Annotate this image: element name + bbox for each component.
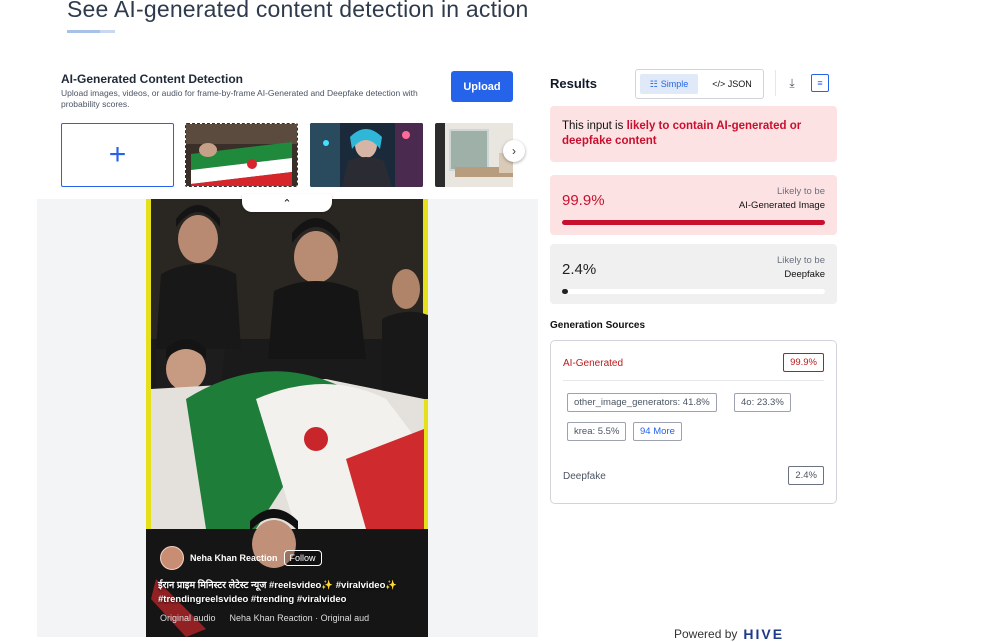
detector-title: AI-Generated Content Detection — [61, 72, 244, 86]
channel-name[interactable]: Neha Khan Reaction — [190, 553, 278, 563]
ai-score-bar-fill — [562, 220, 825, 225]
toolbar-divider — [775, 70, 776, 96]
upload-button[interactable]: Upload — [451, 71, 513, 102]
thumbnail-neon-character[interactable] — [310, 123, 423, 187]
sample-thumbnails: + — [61, 123, 513, 187]
ai-score-bar — [562, 220, 825, 225]
generation-sources-box: AI-Generated 99.9% other_image_generator… — [550, 340, 837, 504]
detector-description: Upload images, videos, or audio for fram… — [61, 88, 418, 109]
deepfake-score-label: Likely to be Deepfake — [777, 254, 825, 282]
ai-score-label: Likely to be AI-Generated Image — [739, 185, 825, 213]
hive-logo[interactable]: HIVE — [743, 626, 784, 642]
verdict-text: This input is likely to contain AI-gener… — [562, 119, 822, 149]
list-icon: ☷ — [649, 78, 658, 89]
sources-ai-pct: 99.9% — [783, 353, 824, 372]
chevron-up-icon: ⌃ — [282, 197, 292, 210]
deepfake-score-bar-fill — [562, 289, 569, 294]
audio-right[interactable]: Neha Khan Reaction · Original aud — [230, 613, 370, 623]
sources-deepfake-pct: 2.4% — [788, 466, 824, 485]
source-chip: other_image_generators: 41.8% — [567, 393, 717, 412]
ai-label-top: Likely to be — [776, 186, 825, 197]
sources-deepfake-label: Deepfake — [563, 471, 606, 482]
verdict-banner: This input is likely to contain AI-gener… — [550, 106, 837, 162]
avatar[interactable] — [160, 546, 184, 570]
audio-left[interactable]: Original audio — [160, 613, 216, 623]
title-underline — [67, 30, 115, 33]
follow-button[interactable]: Follow — [283, 550, 322, 566]
media-preview: Neha Khan Reaction Follow ईरान प्राइम मि… — [146, 199, 428, 637]
deepfake-score-pct: 2.4% — [562, 261, 597, 278]
view-simple-label: Simple — [660, 79, 689, 89]
results-title: Results — [550, 76, 597, 91]
powered-by: Powered by HIVE — [674, 626, 784, 642]
add-sample-button[interactable]: + — [61, 123, 174, 187]
source-chip: krea: 5.5% — [567, 422, 627, 441]
collapse-button[interactable]: ⌃ — [242, 194, 332, 212]
view-json-button[interactable]: </> JSON — [706, 74, 758, 94]
thumbnail-flag-scene[interactable] — [185, 123, 298, 187]
sources-divider — [563, 380, 824, 381]
verdict-prefix: This input is — [562, 120, 627, 132]
deepfake-label-bottom: Deepfake — [784, 269, 825, 280]
view-json-label: </> JSON — [712, 79, 752, 89]
channel-row: Neha Khan Reaction Follow — [160, 546, 322, 570]
video-overlay: Neha Khan Reaction Follow ईरान प्राइम मि… — [146, 199, 428, 637]
audio-row: Original audio Neha Khan Reaction · Orig… — [160, 613, 369, 623]
plus-icon: + — [108, 138, 127, 171]
page-title: See AI-generated content detection in ac… — [67, 0, 529, 22]
more-sources-button[interactable]: 94 More — [633, 422, 682, 441]
deepfake-score-card: 2.4% Likely to be Deepfake — [550, 244, 837, 304]
ai-score-card: 99.9% Likely to be AI-Generated Image — [550, 175, 837, 235]
video-caption: ईरान प्राइम मिनिस्टर लेटेस्ट न्यूज #reel… — [158, 580, 398, 605]
ai-score-pct: 99.9% — [562, 192, 605, 209]
view-toggle: ☷ Simple </> JSON — [635, 69, 764, 99]
details-icon[interactable]: ≡ — [811, 74, 829, 92]
ai-label-bottom: AI-Generated Image — [738, 200, 825, 211]
deepfake-label-top: Likely to be — [776, 255, 825, 266]
powered-by-label: Powered by — [674, 627, 738, 641]
generation-sources-title: Generation Sources — [550, 320, 646, 331]
download-icon[interactable]: ⤓ — [783, 74, 801, 92]
source-chip: 4o: 23.3% — [734, 393, 791, 412]
view-simple-button[interactable]: ☷ Simple — [640, 74, 698, 94]
sources-ai-label: AI-Generated — [563, 358, 624, 369]
detector-panel: AI-Generated Content Detection Upload im… — [37, 62, 538, 637]
chevron-right-icon[interactable]: › — [503, 140, 525, 162]
thumbnail-interior[interactable] — [435, 123, 513, 187]
deepfake-score-bar — [562, 289, 825, 294]
